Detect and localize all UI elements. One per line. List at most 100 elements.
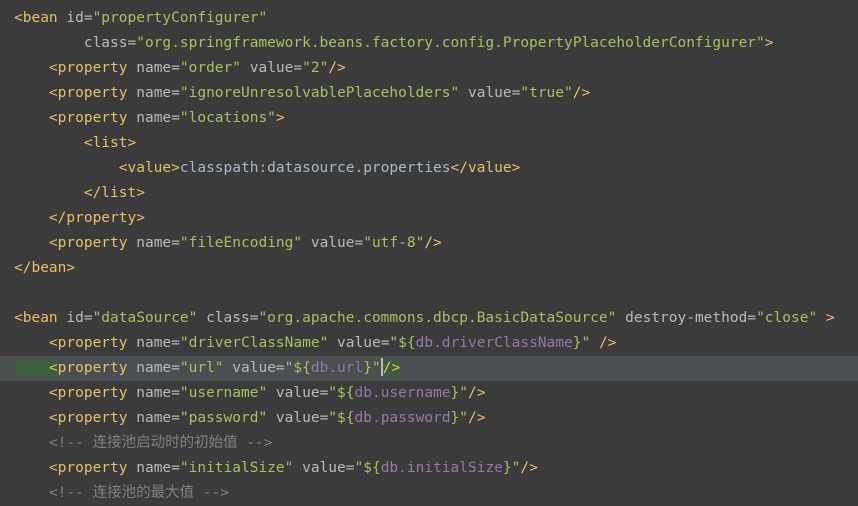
code-token: </property> xyxy=(14,210,145,226)
code-token: <!-- 连接池启动时的初始值 --> xyxy=(14,435,273,451)
code-token: "propertyConfigurer" xyxy=(92,10,268,26)
code-token: "${ xyxy=(389,335,416,351)
code-line[interactable]: <property name="order" value="2"/> xyxy=(0,56,858,81)
code-token: }" xyxy=(450,385,469,401)
code-token: db.password xyxy=(354,410,451,426)
code-token: "initialSize" xyxy=(179,460,294,476)
code-line[interactable]: <value>classpath:datasource.properties</… xyxy=(0,156,858,181)
code-token: class= xyxy=(197,310,259,326)
code-token: /> xyxy=(590,335,617,351)
code-line[interactable]: <!-- 连接池的最大值 --> xyxy=(0,481,858,506)
code-token: "fileEncoding" xyxy=(179,235,303,251)
code-line[interactable]: <!-- 连接池启动时的初始值 --> xyxy=(0,431,858,456)
code-token: value= xyxy=(293,460,355,476)
code-line[interactable]: <list> xyxy=(0,131,858,156)
code-token: <property xyxy=(14,60,128,76)
code-line[interactable]: </list> xyxy=(0,181,858,206)
code-token: value= xyxy=(223,360,285,376)
code-line[interactable]: <property name="driverClassName" value="… xyxy=(0,331,858,356)
code-token: /> xyxy=(520,460,538,476)
code-token: <list> xyxy=(14,135,137,151)
code-token: <property xyxy=(14,385,128,401)
code-line[interactable] xyxy=(0,281,858,306)
code-token: "utf-8" xyxy=(363,235,425,251)
code-token: "dataSource" xyxy=(92,310,198,326)
code-token: /> xyxy=(572,85,591,101)
code-line[interactable]: </property> xyxy=(0,206,858,231)
code-token: </value> xyxy=(450,160,521,176)
code-token: value= xyxy=(328,335,390,351)
code-token: /> xyxy=(328,60,346,76)
code-token: "true" xyxy=(520,85,573,101)
code-token: id= xyxy=(57,310,93,326)
code-token: name= xyxy=(127,335,180,351)
code-line[interactable]: <property name="ignoreUnresolvablePlaceh… xyxy=(0,81,858,106)
code-token: <value> xyxy=(14,160,180,176)
code-token: "locations" xyxy=(179,110,276,126)
code-token: property xyxy=(57,360,128,376)
code-token: classpath:datasource.properties xyxy=(179,160,451,176)
code-token: /> xyxy=(468,385,486,401)
code-token: }" xyxy=(502,460,521,476)
code-token: </list> xyxy=(14,185,145,201)
code-token: <!-- 连接池的最大值 --> xyxy=(14,485,229,501)
code-token: <property xyxy=(14,460,128,476)
code-line[interactable]: </bean> xyxy=(0,256,858,281)
code-token: > xyxy=(817,310,835,326)
code-token: "org.springframework.beans.factory.confi… xyxy=(136,35,765,51)
code-token: value= xyxy=(267,410,329,426)
code-token: "username" xyxy=(179,385,268,401)
code-token: }" xyxy=(363,360,381,376)
code-token: "${ xyxy=(328,410,355,426)
code-line[interactable]: <property name="password" value="${db.pa… xyxy=(0,406,858,431)
code-token: db.initialSize xyxy=(380,460,503,476)
code-token: "${ xyxy=(328,385,355,401)
code-token: "${ xyxy=(284,360,311,376)
code-token: }" xyxy=(450,410,469,426)
code-token: value= xyxy=(302,235,364,251)
code-token: name= xyxy=(127,460,180,476)
code-token: "driverClassName" xyxy=(179,335,329,351)
code-token: <property xyxy=(14,110,128,126)
code-token: class= xyxy=(14,35,137,51)
code-token: /> xyxy=(424,235,442,251)
code-token: name= xyxy=(127,360,180,376)
code-token: name= xyxy=(127,110,180,126)
code-token: db.url xyxy=(310,360,364,376)
code-line[interactable]: <property name="fileEncoding" value="utf… xyxy=(0,231,858,256)
code-token: "${ xyxy=(354,460,381,476)
code-token: "close" xyxy=(756,310,818,326)
code-token: "password" xyxy=(179,410,268,426)
code-token: name= xyxy=(127,235,180,251)
code-token: <property xyxy=(14,335,128,351)
code-token: name= xyxy=(127,85,180,101)
code-token: }" xyxy=(572,335,591,351)
code-token: "url" xyxy=(179,360,224,376)
code-token: value= xyxy=(267,385,329,401)
code-token: <property xyxy=(14,85,128,101)
code-line[interactable]: <bean id="propertyConfigurer" xyxy=(0,6,858,31)
code-token: destroy-method= xyxy=(616,310,757,326)
code-token: /> xyxy=(382,360,401,376)
code-token: id= xyxy=(57,10,93,26)
code-token: "org.apache.commons.dbcp.BasicDataSource… xyxy=(258,310,617,326)
code-token: name= xyxy=(127,410,180,426)
code-token: value= xyxy=(241,60,303,76)
code-token: > xyxy=(764,35,774,51)
code-line[interactable]: <property name="initialSize" value="${db… xyxy=(0,456,858,481)
code-line[interactable]: <property name="url" value="${db.url}"/> xyxy=(0,356,858,381)
code-token: name= xyxy=(127,385,180,401)
code-token: value= xyxy=(459,85,521,101)
code-line[interactable]: <property name="locations"> xyxy=(0,106,858,131)
code-line[interactable]: <bean id="dataSource" class="org.apache.… xyxy=(0,306,858,331)
code-token: </bean> xyxy=(14,260,76,276)
code-token: < xyxy=(14,360,58,376)
code-token: <bean xyxy=(14,310,58,326)
code-line[interactable]: class="org.springframework.beans.factory… xyxy=(0,31,858,56)
code-token: "order" xyxy=(179,60,241,76)
code-line[interactable]: <property name="username" value="${db.us… xyxy=(0,381,858,406)
code-token: <property xyxy=(14,410,128,426)
code-editor[interactable]: <bean id="propertyConfigurer" class="org… xyxy=(0,0,858,506)
code-token: db.username xyxy=(354,385,451,401)
code-token: <property xyxy=(14,235,128,251)
